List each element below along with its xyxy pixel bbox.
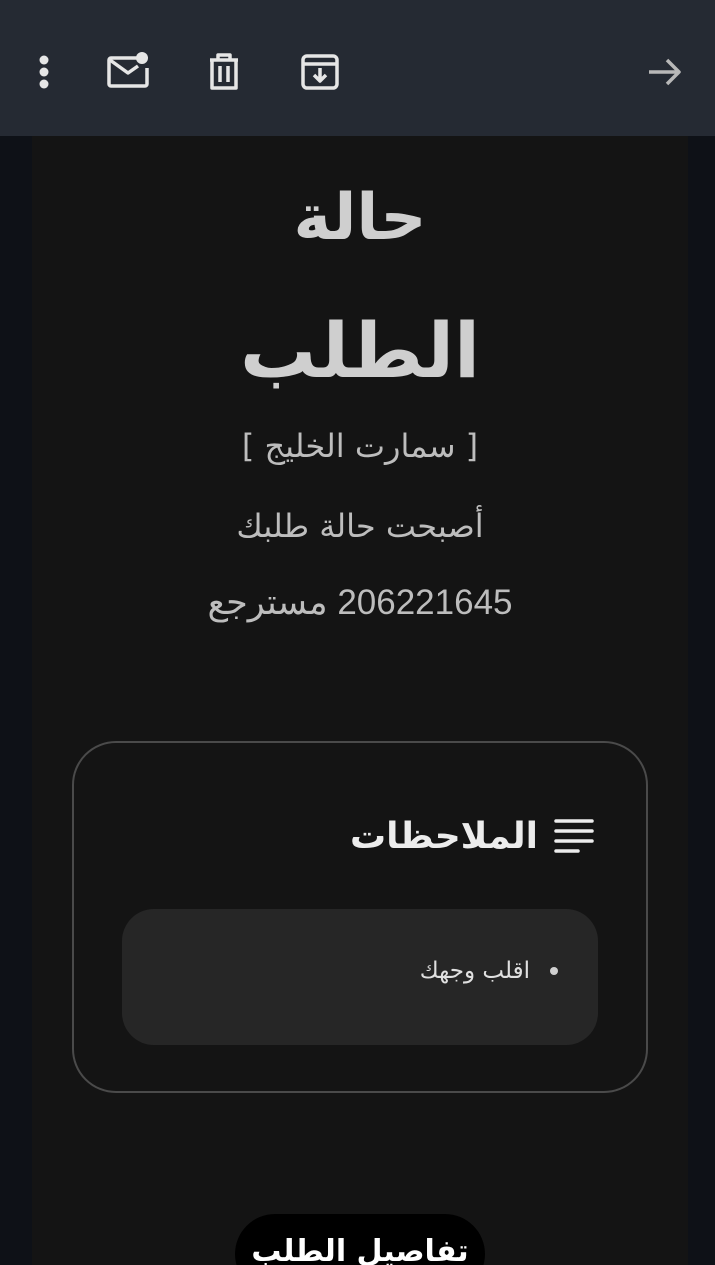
notes-list-icon: [554, 819, 594, 853]
delete-icon: [210, 53, 238, 90]
notes-header: الملاحظات: [350, 813, 596, 861]
more-vert-icon: [39, 55, 49, 89]
archive-icon: [301, 54, 339, 90]
mark-unread-button[interactable]: [100, 44, 156, 100]
status-intro-text: أصبحت حالة طلبك: [236, 507, 484, 545]
email-toolbar: [0, 0, 715, 136]
forward-arrow-icon: [649, 58, 681, 86]
more-options-button[interactable]: [16, 44, 72, 100]
list-item: اقلب وجهك: [420, 953, 558, 989]
order-status-text: 206221645 مسترجع: [207, 583, 513, 622]
mark-unread-icon: [107, 52, 149, 88]
order-details-button[interactable]: تفاصيل الطلب: [235, 1214, 485, 1265]
notes-box: اقلب وجهك: [122, 909, 598, 1045]
bullet-icon: [550, 967, 558, 975]
notes-card: الملاحظات اقلب وجهك: [72, 741, 648, 1093]
delete-button[interactable]: [196, 44, 252, 100]
page-title-line-2: الطلب: [239, 306, 481, 395]
page-title-line-1: حالة: [293, 181, 427, 255]
archive-button[interactable]: [292, 44, 348, 100]
notes-heading: الملاحظات: [349, 816, 538, 857]
brand-name: [ سمارت الخليج ]: [241, 427, 479, 465]
note-text: اقلب وجهك: [419, 958, 530, 984]
forward-button[interactable]: [637, 44, 693, 100]
email-body: حالة الطلب [ سمارت الخليج ] أصبحت حالة ط…: [32, 136, 688, 1265]
